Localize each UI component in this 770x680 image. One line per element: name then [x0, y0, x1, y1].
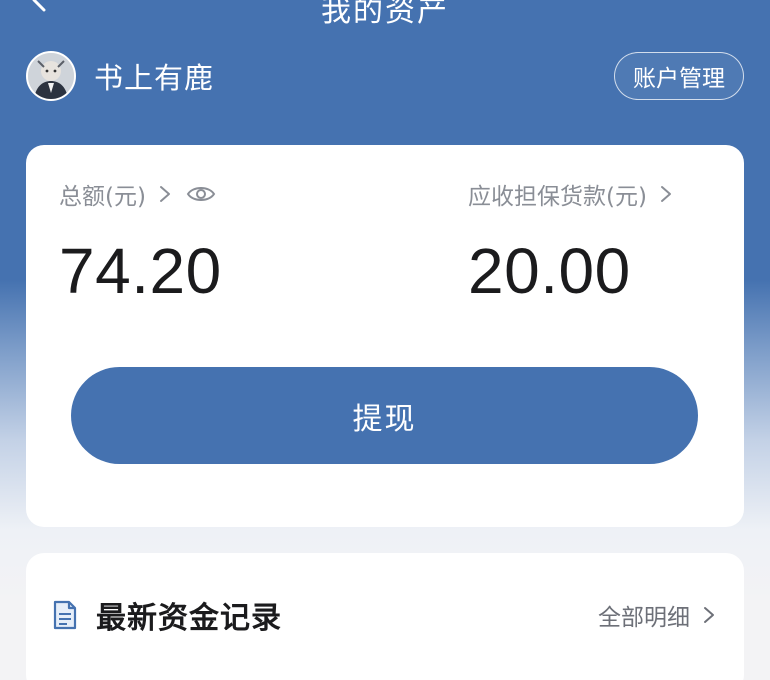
total-amount-value: 74.20 [59, 235, 222, 307]
guarantee-amount-label: 应收担保货款(元) [468, 184, 647, 210]
total-amount-label-row: 总额(元) [59, 177, 222, 211]
total-amount-block[interactable]: 总额(元) 74.20 [59, 177, 222, 303]
chevron-right-icon [660, 186, 671, 202]
username: 书上有鹿 [94, 61, 215, 95]
page-title: 我的资产 [321, 0, 449, 29]
guarantee-amount-block[interactable]: 应收担保货款(元) 20.00 [468, 177, 673, 303]
avatar[interactable] [26, 51, 76, 101]
chevron-right-icon [704, 607, 714, 623]
balance-card: 总额(元) 74.20 应收担保货款(元) 20.00 提现 [26, 145, 744, 527]
total-amount-label: 总额(元) [59, 184, 146, 210]
fund-records-title: 最新资金记录 [96, 601, 282, 636]
all-details-label: 全部明细 [598, 605, 690, 631]
fund-records-card: 最新资金记录 全部明细 [26, 553, 744, 680]
withdraw-button[interactable]: 提现 [71, 367, 698, 464]
user-row: 书上有鹿 账户管理 [26, 50, 744, 102]
document-icon [53, 600, 77, 630]
account-management-button[interactable]: 账户管理 [614, 52, 744, 100]
eye-icon[interactable] [186, 183, 216, 205]
guarantee-label-row: 应收担保货款(元) [468, 177, 673, 211]
guarantee-amount-value: 20.00 [468, 235, 631, 307]
fund-records-header: 最新资金记录 全部明细 [52, 591, 716, 639]
all-details-link[interactable]: 全部明细 [598, 598, 716, 632]
chevron-right-icon [159, 186, 170, 202]
